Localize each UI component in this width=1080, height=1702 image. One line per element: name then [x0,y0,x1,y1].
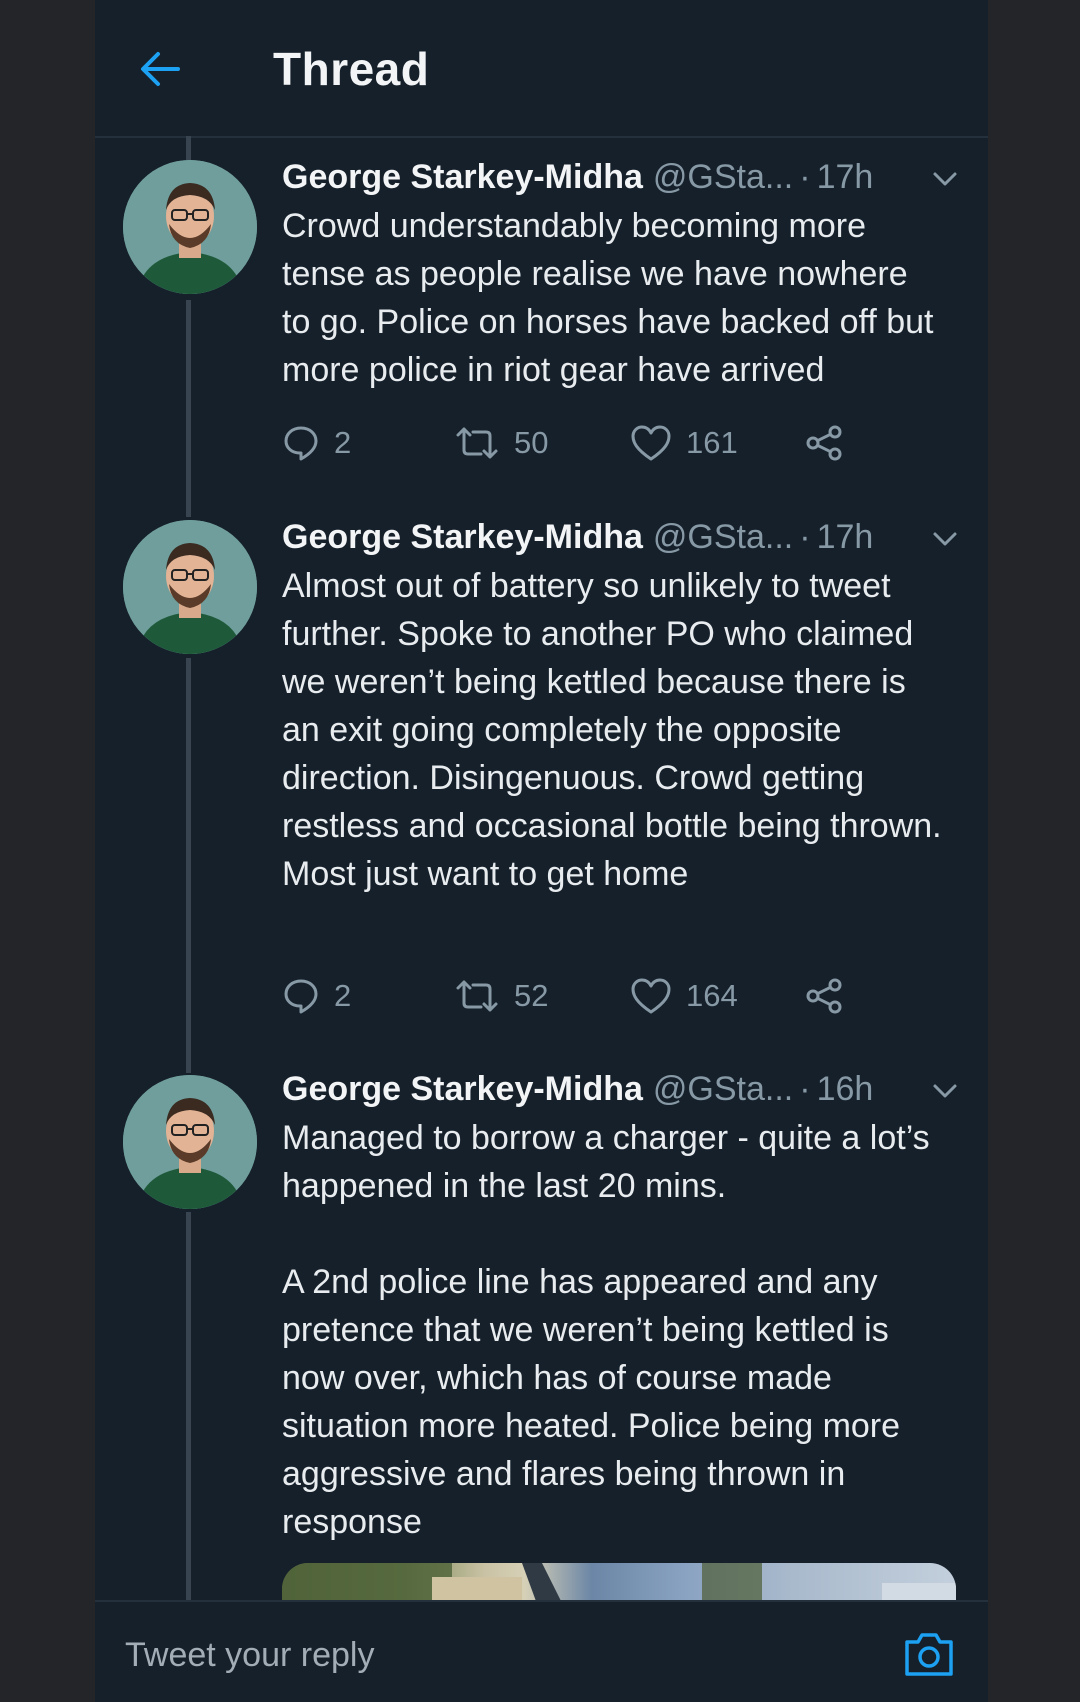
retweet-button[interactable]: 50 [454,420,548,466]
retweet-icon [456,427,498,459]
thread-connector [186,1212,191,1602]
reply-button[interactable]: 2 [282,420,351,466]
camera-icon [905,1633,953,1676]
avatar[interactable] [123,520,257,654]
author-handle[interactable]: @GSta... [653,158,793,197]
share-icon [806,425,842,461]
avatar[interactable] [123,1075,257,1209]
chevron-down-icon [933,532,957,546]
tweet-header: George Starkey-Midha @GSta... · 17h [282,518,962,566]
retweet-icon [456,980,498,1012]
like-count: 161 [686,425,738,460]
retweet-button[interactable]: 52 [454,973,548,1019]
author-name[interactable]: George Starkey-Midha [282,158,643,197]
reply-bar [95,1600,988,1702]
reply-count: 2 [334,425,352,460]
like-button[interactable]: 164 [630,973,738,1019]
author-handle[interactable]: @GSta... [653,518,793,557]
reply-count: 2 [334,978,352,1013]
thread-connector [186,136,191,160]
tweet-text: Crowd understandably becoming more tense… [282,202,942,394]
share-icon [806,978,842,1014]
heart-icon [631,978,671,1014]
separator-dot: · [799,518,811,556]
share-button[interactable] [804,973,844,1019]
page-title: Thread [273,43,430,95]
camera-button[interactable] [903,1630,955,1678]
tweet-paragraph: Crowd understandably becoming more tense… [282,207,934,389]
tweet-timestamp[interactable]: 16h [817,1070,874,1109]
tweet-actions: 2 50 161 [282,420,882,466]
author-name[interactable]: George Starkey-Midha [282,518,643,557]
separator-dot: · [799,158,811,196]
speech-bubble-icon [284,979,318,1014]
back-button[interactable] [135,44,185,94]
author-handle[interactable]: @GSta... [653,1070,793,1109]
tweet-menu-button[interactable] [928,1076,962,1106]
avatar[interactable] [123,160,257,294]
tweet-paragraph: Managed to borrow a charger - quite a lo… [282,1119,930,1205]
chevron-down-icon [933,172,957,186]
thread-connector [186,300,191,517]
retweet-count: 52 [514,978,549,1013]
like-count: 164 [686,978,738,1013]
tweet-timestamp[interactable]: 17h [817,158,874,197]
author-name[interactable]: George Starkey-Midha [282,1070,643,1109]
like-button[interactable]: 161 [630,420,738,466]
reply-button[interactable]: 2 [282,973,351,1019]
speech-bubble-icon [284,426,318,461]
tweet-header: George Starkey-Midha @GSta... · 17h [282,158,962,206]
reply-input[interactable] [123,1630,807,1680]
retweet-count: 50 [514,425,549,460]
tweet-text: Almost out of battery so unlikely to twe… [282,562,942,898]
tweet-actions: 2 52 164 [282,973,882,1019]
tweet-text: Managed to borrow a charger - quite a lo… [282,1114,942,1546]
top-bar: Thread [95,0,988,138]
arrow-left-icon [141,52,180,86]
chevron-down-icon [933,1084,957,1098]
separator-dot: · [799,1070,811,1108]
tweet-menu-button[interactable] [928,164,962,194]
heart-icon [631,425,671,461]
twitter-thread-view: Thread George Starkey-Midha @GSta... · 1… [95,0,988,1702]
tweet-paragraph: Almost out of battery so unlikely to twe… [282,567,942,893]
tweet-menu-button[interactable] [928,524,962,554]
thread-connector [186,658,191,1073]
tweet-timestamp[interactable]: 17h [817,518,874,557]
share-button[interactable] [804,420,844,466]
tweet-paragraph: A 2nd police line has appeared and any p… [282,1263,901,1541]
tweet-header: George Starkey-Midha @GSta... · 16h [282,1070,962,1118]
